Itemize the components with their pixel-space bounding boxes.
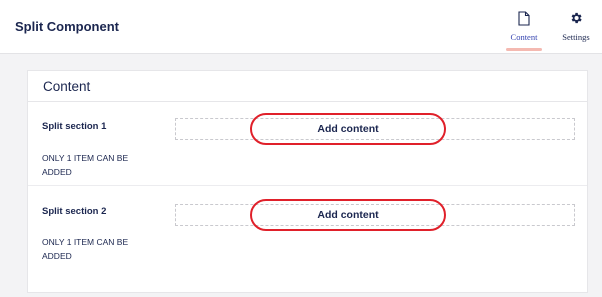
split-section-2: Split section 2 ONLY 1 ITEM CAN BE ADDED… (28, 186, 587, 291)
add-content-button[interactable]: Add content (250, 199, 446, 231)
document-icon (518, 9, 530, 27)
tab-content-label: Content (510, 32, 538, 42)
section-note: ONLY 1 ITEM CAN BE ADDED (42, 153, 129, 177)
editor-tabs: Content Settings (498, 0, 602, 54)
section-label: Split section 1 (42, 121, 107, 132)
active-tab-indicator (506, 48, 542, 51)
content-panel: Content Split section 1 ONLY 1 ITEM CAN … (27, 70, 588, 293)
gear-icon (569, 9, 583, 27)
panel-heading: Content (28, 71, 587, 102)
tab-content[interactable]: Content (498, 0, 550, 54)
component-title: Split Component (15, 19, 119, 34)
tab-settings[interactable]: Settings (550, 0, 602, 54)
panel-title: Content (43, 79, 91, 94)
split-section-1: Split section 1 ONLY 1 ITEM CAN BE ADDED… (28, 102, 587, 186)
tab-settings-label: Settings (562, 32, 590, 42)
section-note: ONLY 1 ITEM CAN BE ADDED (42, 237, 129, 261)
editor-header: Split Component Content Settings (0, 0, 602, 54)
add-content-button[interactable]: Add content (250, 113, 446, 145)
section-label: Split section 2 (42, 206, 107, 217)
